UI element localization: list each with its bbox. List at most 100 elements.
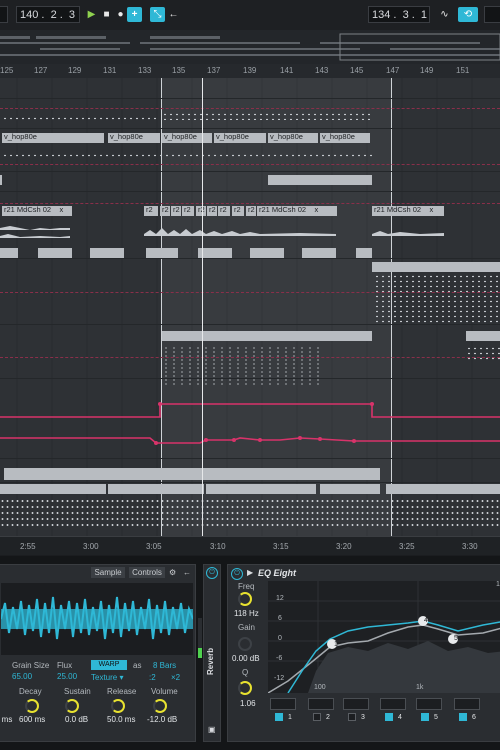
audio-clip[interactable] xyxy=(4,468,380,480)
playhead[interactable] xyxy=(202,78,203,536)
eq-display[interactable] xyxy=(268,581,500,693)
release-value[interactable]: 50.0 ms xyxy=(107,715,135,724)
play-icon[interactable]: ▶ xyxy=(84,7,99,22)
audio-clip[interactable]: r2 xyxy=(207,206,217,216)
freq-knob[interactable] xyxy=(238,592,252,606)
filter-type-bell[interactable] xyxy=(343,698,369,710)
midi-clip[interactable] xyxy=(356,248,372,258)
follow-icon[interactable]: ⤡ xyxy=(150,7,165,22)
warp-button[interactable]: WARP xyxy=(91,660,127,670)
midi-clip[interactable] xyxy=(162,331,372,341)
midi-clip[interactable] xyxy=(0,248,18,258)
gain-knob[interactable] xyxy=(238,637,252,651)
midi-clip[interactable] xyxy=(0,484,106,494)
volume-value[interactable]: -12.0 dB xyxy=(147,715,177,724)
midi-clip[interactable] xyxy=(90,248,124,258)
save-icon[interactable]: ▣ xyxy=(208,725,218,735)
wrench-icon[interactable]: ⚙ xyxy=(169,567,179,578)
midi-clip[interactable] xyxy=(206,484,316,494)
flux-value[interactable]: 25.00 xyxy=(57,672,77,681)
eq-node-label[interactable]: 4 xyxy=(421,616,431,626)
reverb-title[interactable]: Reverb xyxy=(206,625,220,675)
filter-type-lowshelf[interactable] xyxy=(308,698,334,710)
half-tempo-button[interactable]: :2 xyxy=(149,673,156,682)
time-ruler[interactable]: 2:55 3:00 3:05 3:10 3:15 3:20 3:25 3:30 xyxy=(0,536,500,555)
audio-clip[interactable]: v_hop80e xyxy=(108,133,160,143)
position-display[interactable]: 134 . 3 . 1 xyxy=(368,6,430,23)
tap-tempo-box[interactable] xyxy=(0,6,8,23)
audio-clip[interactable]: r2 xyxy=(246,206,256,216)
arrangement-overview[interactable] xyxy=(0,30,500,65)
gain-value[interactable]: 0.00 dB xyxy=(232,654,260,663)
plus-icon[interactable]: + xyxy=(127,7,142,22)
tab-controls[interactable]: Controls xyxy=(129,567,165,578)
decay-knob[interactable] xyxy=(25,699,39,713)
midi-clip[interactable] xyxy=(250,248,284,258)
midi-clip[interactable] xyxy=(302,248,336,258)
eq-node-label[interactable]: 5 xyxy=(451,634,461,644)
clip-edge[interactable] xyxy=(0,175,2,185)
volume-knob[interactable] xyxy=(153,699,167,713)
audio-clip[interactable]: v_hop80e xyxy=(320,133,370,143)
midi-clip[interactable] xyxy=(38,248,72,258)
loop-icon[interactable]: ⟲ xyxy=(458,7,478,22)
sustain-value[interactable]: 0.0 dB xyxy=(65,715,88,724)
midi-clip[interactable] xyxy=(372,262,500,272)
filter-type-lowcut[interactable] xyxy=(270,698,296,710)
audio-clip[interactable]: v_hop80e xyxy=(2,133,104,143)
decay-value[interactable]: 600 ms xyxy=(19,715,45,724)
double-tempo-button[interactable]: ×2 xyxy=(171,673,180,682)
band-toggle[interactable] xyxy=(421,713,429,721)
record-icon[interactable]: ● xyxy=(113,7,128,22)
audio-clip[interactable]: r2 xyxy=(232,206,244,216)
band-toggle[interactable] xyxy=(348,713,356,721)
audio-clip[interactable]: r21 MdCsh 02 x xyxy=(372,206,444,216)
bar-ruler[interactable]: 125 127 129 131 133 135 137 139 141 143 … xyxy=(0,64,500,78)
filter-type-bell[interactable] xyxy=(380,698,406,710)
band-toggle[interactable] xyxy=(385,713,393,721)
sample-waveform[interactable] xyxy=(1,583,193,655)
automation-curve-icon[interactable]: ∿ xyxy=(437,7,452,22)
audio-clip[interactable]: r2 xyxy=(144,206,158,216)
audio-clip[interactable]: r2 xyxy=(182,206,194,216)
sustain-knob[interactable] xyxy=(65,699,79,713)
loop-start-box[interactable] xyxy=(484,6,500,23)
arrangement-view[interactable]: v_hop80e v_hop80e v_hop80e v_hop80e v_ho… xyxy=(0,78,500,536)
band-toggle[interactable] xyxy=(459,713,467,721)
expand-icon[interactable]: ▶ xyxy=(247,568,253,577)
audio-clip[interactable]: v_hop80e xyxy=(162,133,212,143)
q-knob[interactable] xyxy=(238,681,252,695)
filter-type-bell[interactable] xyxy=(454,698,480,710)
band-toggle[interactable] xyxy=(313,713,321,721)
grain-size-value[interactable]: 65.00 xyxy=(12,672,32,681)
midi-clip[interactable] xyxy=(320,484,380,494)
eq-node-label[interactable]: 1 xyxy=(331,640,341,650)
audio-clip[interactable]: r2 xyxy=(160,206,170,216)
audio-clip[interactable]: v_hop80e xyxy=(214,133,266,143)
audio-clip[interactable]: r21 MdCsh 02 x xyxy=(257,206,337,216)
filter-type-bell[interactable] xyxy=(416,698,442,710)
audio-clip[interactable]: r2 xyxy=(196,206,206,216)
band-toggle[interactable] xyxy=(275,713,283,721)
warp-mode-select[interactable]: Texture ▾ xyxy=(91,673,123,682)
midi-clip[interactable] xyxy=(198,248,232,258)
audio-clip[interactable]: v_hop80e xyxy=(268,133,318,143)
audio-clip[interactable]: r21 MdCsh 02 x xyxy=(2,206,72,216)
power-icon[interactable]: ⏻ xyxy=(206,567,218,579)
midi-clip[interactable] xyxy=(466,331,500,341)
freq-value[interactable]: 118 Hz xyxy=(234,609,259,618)
tab-sample[interactable]: Sample xyxy=(91,567,125,578)
back-arrow-icon[interactable]: ← xyxy=(166,7,181,22)
release-knob[interactable] xyxy=(111,699,125,713)
audio-clip[interactable]: r2 xyxy=(171,206,181,216)
power-icon[interactable]: ⏻ xyxy=(231,568,243,580)
stop-icon[interactable]: ■ xyxy=(99,7,114,22)
bars-value[interactable]: 8 Bars xyxy=(153,661,176,670)
midi-clip[interactable] xyxy=(108,484,204,494)
attack-value[interactable]: 0 ms xyxy=(0,715,12,724)
tempo-display[interactable]: 140 . 2 . 3 xyxy=(16,6,80,23)
midi-clip[interactable] xyxy=(386,484,500,494)
device-title[interactable]: EQ Eight xyxy=(258,568,296,578)
audio-clip[interactable]: r2 xyxy=(218,206,230,216)
midi-clip[interactable] xyxy=(268,175,372,185)
